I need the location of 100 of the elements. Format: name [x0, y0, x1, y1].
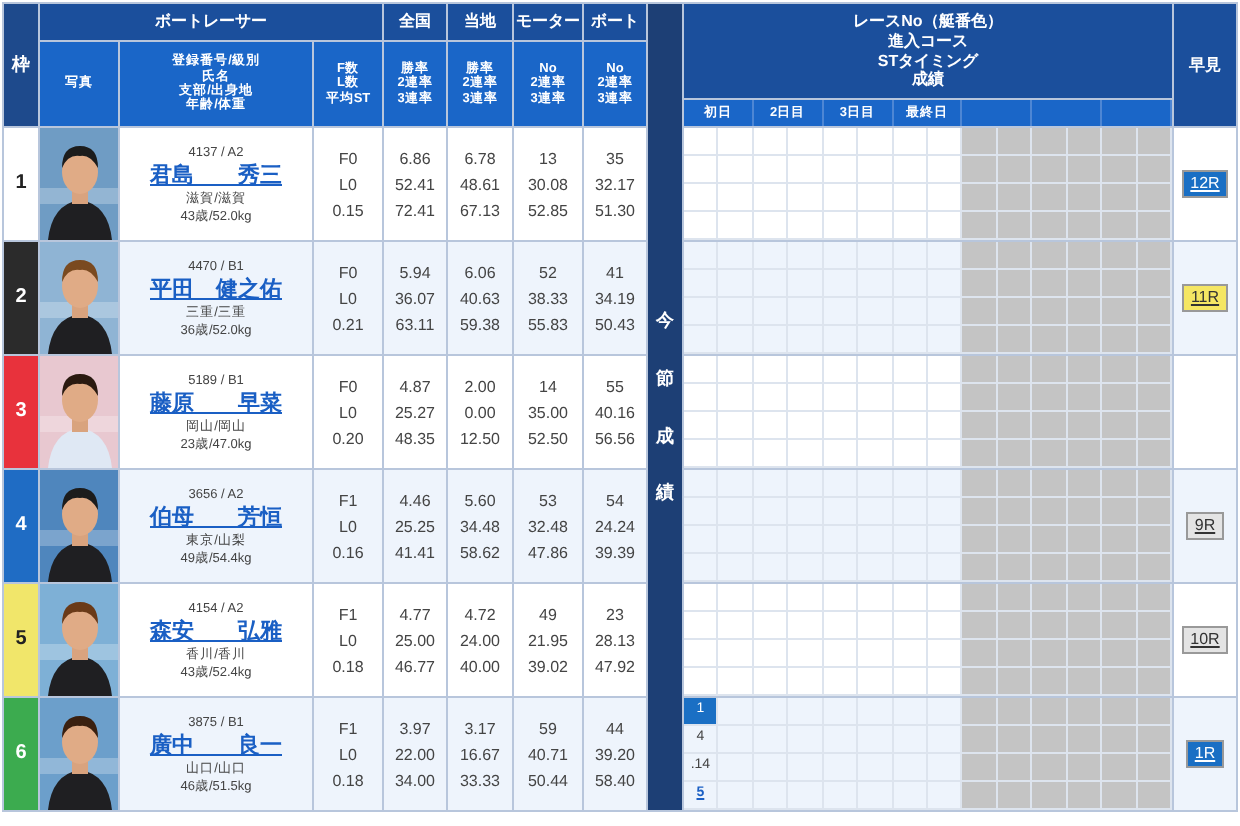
result-cell [962, 640, 998, 668]
result-cell [858, 668, 894, 695]
racer-name-link[interactable]: 君島 秀三 [150, 161, 282, 189]
result-cell [1102, 471, 1138, 498]
result-cell [997, 699, 1033, 726]
result-cell [823, 585, 859, 612]
stat-value: 49 [537, 603, 559, 627]
result-cell [997, 526, 1033, 554]
result-cell [997, 754, 1033, 782]
stat-value: 32.48 [525, 515, 571, 539]
result-cell [788, 699, 824, 726]
stat-value: 59 [537, 717, 559, 741]
result-cell [893, 440, 928, 467]
result-cell [1032, 554, 1068, 581]
stat-value: F1 [336, 717, 360, 741]
result-cell [893, 585, 928, 612]
stat-value: 59.38 [457, 313, 503, 337]
result-cell [1137, 298, 1171, 326]
result-cell [997, 440, 1033, 467]
racer-name-link[interactable]: 平田 健之佑 [150, 275, 282, 303]
quick-race-button[interactable]: 10R [1182, 626, 1228, 654]
quick-race-button[interactable]: 1R [1186, 740, 1224, 768]
stat-value: 0.18 [330, 769, 366, 793]
result-cell [997, 554, 1033, 581]
stat-value: L0 [337, 287, 359, 311]
quick-race-button[interactable]: 11R [1182, 284, 1228, 312]
stat-value: 50.44 [525, 769, 571, 793]
result-cell [753, 384, 789, 412]
result-cell [823, 357, 859, 384]
result-cell [997, 585, 1033, 612]
header-cell: 全国 [383, 3, 447, 41]
stat-value: F1 [336, 603, 360, 627]
stat-value: F1 [336, 489, 360, 513]
result-cell [823, 184, 859, 212]
stat-value: 12.50 [457, 427, 503, 451]
result-cell [858, 699, 894, 726]
stat-value: F0 [336, 261, 360, 285]
result-cell [858, 412, 894, 440]
result-cell [685, 471, 719, 498]
result-cell [788, 184, 824, 212]
result-cell [858, 326, 894, 353]
stat-value: 48.61 [457, 173, 503, 197]
stat-value: F0 [336, 147, 360, 171]
result-cell [893, 129, 928, 156]
result-cell [1067, 212, 1103, 239]
stat-value: 13 [537, 147, 559, 171]
result-cell [753, 129, 789, 156]
result-cell [1102, 754, 1138, 782]
quick-race-button[interactable]: 9R [1186, 512, 1224, 540]
result-cell [962, 326, 998, 353]
result-cell [962, 699, 998, 726]
result-cell [1032, 384, 1068, 412]
racer-name-link[interactable]: 藤原 早菜 [150, 389, 282, 417]
result-cell [1032, 326, 1068, 353]
result-cell [685, 412, 719, 440]
result-cell [1102, 440, 1138, 467]
stat-value: 52.50 [525, 427, 571, 451]
result-cell [685, 156, 719, 184]
frame-number: 1 [3, 127, 39, 241]
result-cell [893, 243, 928, 270]
header-cell: 当地 [447, 3, 513, 41]
stat-value: 36.07 [392, 287, 438, 311]
quick-race-button[interactable]: 12R [1182, 170, 1228, 198]
result-cell [962, 243, 998, 270]
result-cell [1067, 471, 1103, 498]
result-cell [753, 326, 789, 353]
stat-value: 6.86 [397, 147, 433, 171]
result-cell [753, 357, 789, 384]
stat-value: 55.83 [525, 313, 571, 337]
result-cell [893, 184, 928, 212]
stat-value: 54 [604, 489, 626, 513]
result-cell [997, 184, 1033, 212]
stat-value: 40.71 [525, 743, 571, 767]
stat-value: 25.25 [392, 515, 438, 539]
result-cell [962, 471, 998, 498]
result-cell [718, 440, 754, 467]
stat-value: 25.27 [392, 401, 438, 425]
result-cell [1137, 384, 1171, 412]
racer-name-link[interactable]: 廣中 良一 [150, 731, 282, 759]
racer-name-link[interactable]: 森安 弘雅 [150, 617, 282, 645]
result-cell [893, 212, 928, 239]
result-cell [788, 585, 824, 612]
result-cell [823, 156, 859, 184]
result-cell [753, 471, 789, 498]
racer-name-link[interactable]: 伯母 芳恒 [150, 503, 282, 531]
result-cell [997, 668, 1033, 695]
result-cell [685, 298, 719, 326]
result-cell [893, 554, 928, 581]
result-cell [1032, 440, 1068, 467]
result-cell [997, 298, 1033, 326]
result-cell [788, 440, 824, 467]
stat-value: 63.11 [393, 313, 437, 337]
header-cell: モーター [513, 3, 583, 41]
result-cell [753, 412, 789, 440]
result-cell [893, 412, 928, 440]
result-cell [1102, 156, 1138, 184]
result-cell [1102, 554, 1138, 581]
stat-value: 44 [604, 717, 626, 741]
stat-value: L0 [337, 515, 359, 539]
result-cell [823, 326, 859, 353]
